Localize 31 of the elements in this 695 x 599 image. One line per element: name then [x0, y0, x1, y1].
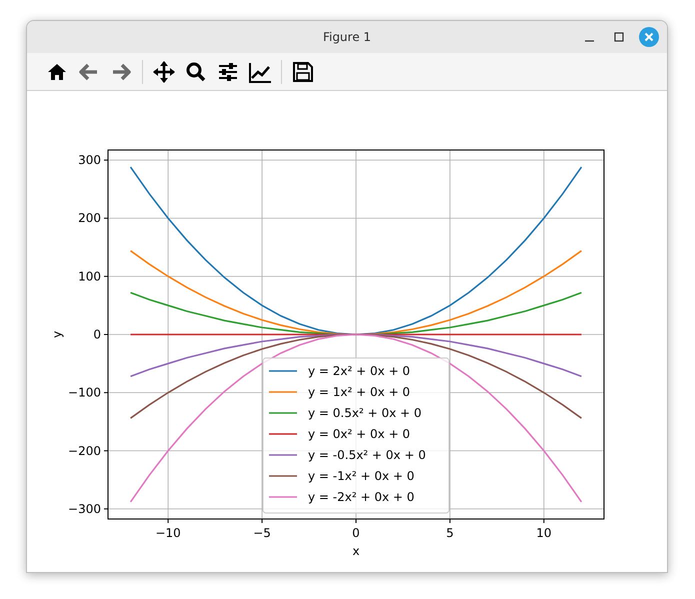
close-icon: [644, 32, 654, 42]
search-icon: [185, 60, 207, 82]
legend-label: y = 1x² + 0x + 0: [308, 385, 410, 399]
x-tick-label: 5: [446, 526, 454, 540]
close-button[interactable]: [639, 27, 659, 47]
maximize-icon: [614, 32, 624, 42]
move-icon: [153, 60, 175, 82]
y-tick-label: 300: [78, 153, 101, 168]
window-title: Figure 1: [322, 29, 372, 46]
y-tick-label: 0: [93, 328, 101, 342]
line-chart-icon: [249, 60, 271, 82]
x-tick-label: −10: [155, 526, 181, 540]
x-tick-label: −5: [253, 526, 271, 540]
minimize-icon: [584, 40, 594, 42]
legend-label: y = -2x² + 0x + 0: [308, 490, 414, 504]
x-axis-label: x: [352, 544, 360, 558]
x-tick-label: 10: [536, 526, 552, 540]
sliders-icon: [217, 60, 239, 82]
legend-label: y = 2x² + 0x + 0: [308, 364, 410, 378]
y-tick-label: 100: [78, 269, 101, 284]
x-tick-label: 0: [352, 526, 360, 540]
legend-label: y = 0x² + 0x + 0: [308, 427, 410, 441]
y-axis-label: y: [50, 330, 64, 338]
legend-label: y = -0.5x² + 0x + 0: [308, 448, 426, 462]
y-tick-label: −200: [68, 444, 101, 458]
legend-label: y = 0.5x² + 0x + 0: [308, 406, 422, 420]
y-tick-label: −300: [68, 502, 101, 516]
y-tick-label: 200: [78, 211, 101, 226]
y-tick-label: −100: [68, 386, 101, 400]
save-icon: [292, 60, 314, 82]
legend-label: y = -1x² + 0x + 0: [308, 469, 414, 483]
